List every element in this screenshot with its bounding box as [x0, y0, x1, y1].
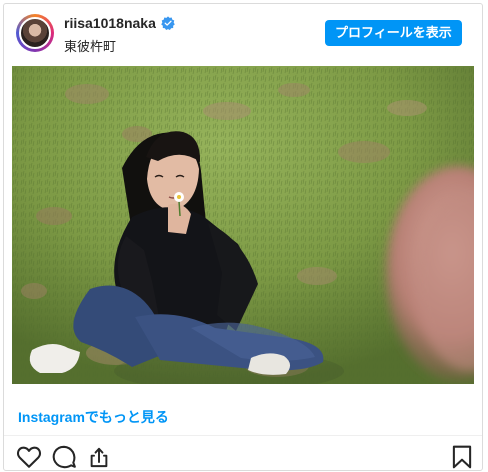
- share-icon[interactable]: [86, 444, 112, 470]
- username-row: riisa1018naka: [64, 15, 175, 31]
- action-bar: [4, 442, 482, 470]
- instagram-embed: riisa1018naka 東彼杵町 プロフィールを表示 Instagramでも…: [3, 3, 483, 471]
- verified-badge-icon: [161, 16, 175, 30]
- grass-field-photo: [12, 66, 474, 384]
- avatar-image: [19, 17, 51, 49]
- divider: [4, 435, 482, 436]
- post-header: riisa1018naka 東彼杵町 プロフィールを表示: [4, 4, 482, 62]
- post-photo[interactable]: [12, 66, 474, 384]
- location-link[interactable]: 東彼杵町: [64, 36, 116, 55]
- heart-icon[interactable]: [16, 444, 42, 470]
- avatar[interactable]: [16, 14, 54, 52]
- username-link[interactable]: riisa1018naka: [64, 15, 156, 31]
- view-profile-button[interactable]: プロフィールを表示: [325, 20, 462, 46]
- bookmark-icon[interactable]: [449, 444, 475, 470]
- comment-icon[interactable]: [51, 444, 77, 470]
- view-more-on-instagram-link[interactable]: Instagramでもっと見る: [18, 407, 169, 427]
